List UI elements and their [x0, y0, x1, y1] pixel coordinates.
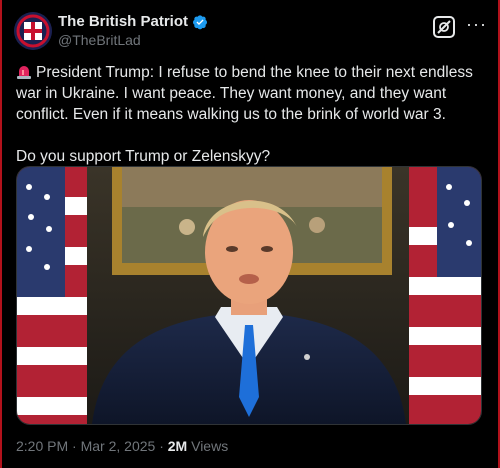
tweet-date[interactable]: Mar 2, 2025 — [81, 438, 156, 454]
views-label: Views — [191, 438, 229, 454]
tweet-text: President Trump: I refuse to bend the kn… — [16, 62, 482, 167]
tweet-time[interactable]: 2:20 PM — [16, 438, 68, 454]
more-options-icon[interactable]: ··· — [466, 14, 487, 35]
verified-badge-icon — [193, 14, 208, 29]
tweet-paragraph-1: President Trump: I refuse to bend the kn… — [16, 62, 482, 125]
video-frame — [17, 167, 481, 424]
grok-icon[interactable] — [433, 16, 455, 38]
meta-separator-2: · — [159, 438, 164, 454]
meta-separator: · — [72, 438, 77, 454]
avatar-emblem — [14, 12, 52, 50]
views-count: 2M — [167, 438, 188, 454]
flag-right — [409, 167, 481, 424]
tweet-paragraph-2: Do you support Trump or Zelenskyy? — [16, 148, 271, 165]
author-name-row[interactable]: The British Patriot — [58, 13, 208, 30]
tweet-video[interactable] — [16, 166, 482, 425]
author-display-name[interactable]: The British Patriot — [58, 13, 188, 30]
author-handle[interactable]: @TheBritLad — [58, 32, 141, 48]
tweet-paragraph-1-text: President Trump: I refuse to bend the kn… — [16, 64, 473, 123]
tweet-meta: 2:20 PM · Mar 2, 2025 · 2M Views — [16, 438, 228, 454]
author-avatar[interactable] — [14, 12, 52, 50]
siren-icon — [17, 66, 31, 79]
flag-left — [17, 167, 87, 424]
